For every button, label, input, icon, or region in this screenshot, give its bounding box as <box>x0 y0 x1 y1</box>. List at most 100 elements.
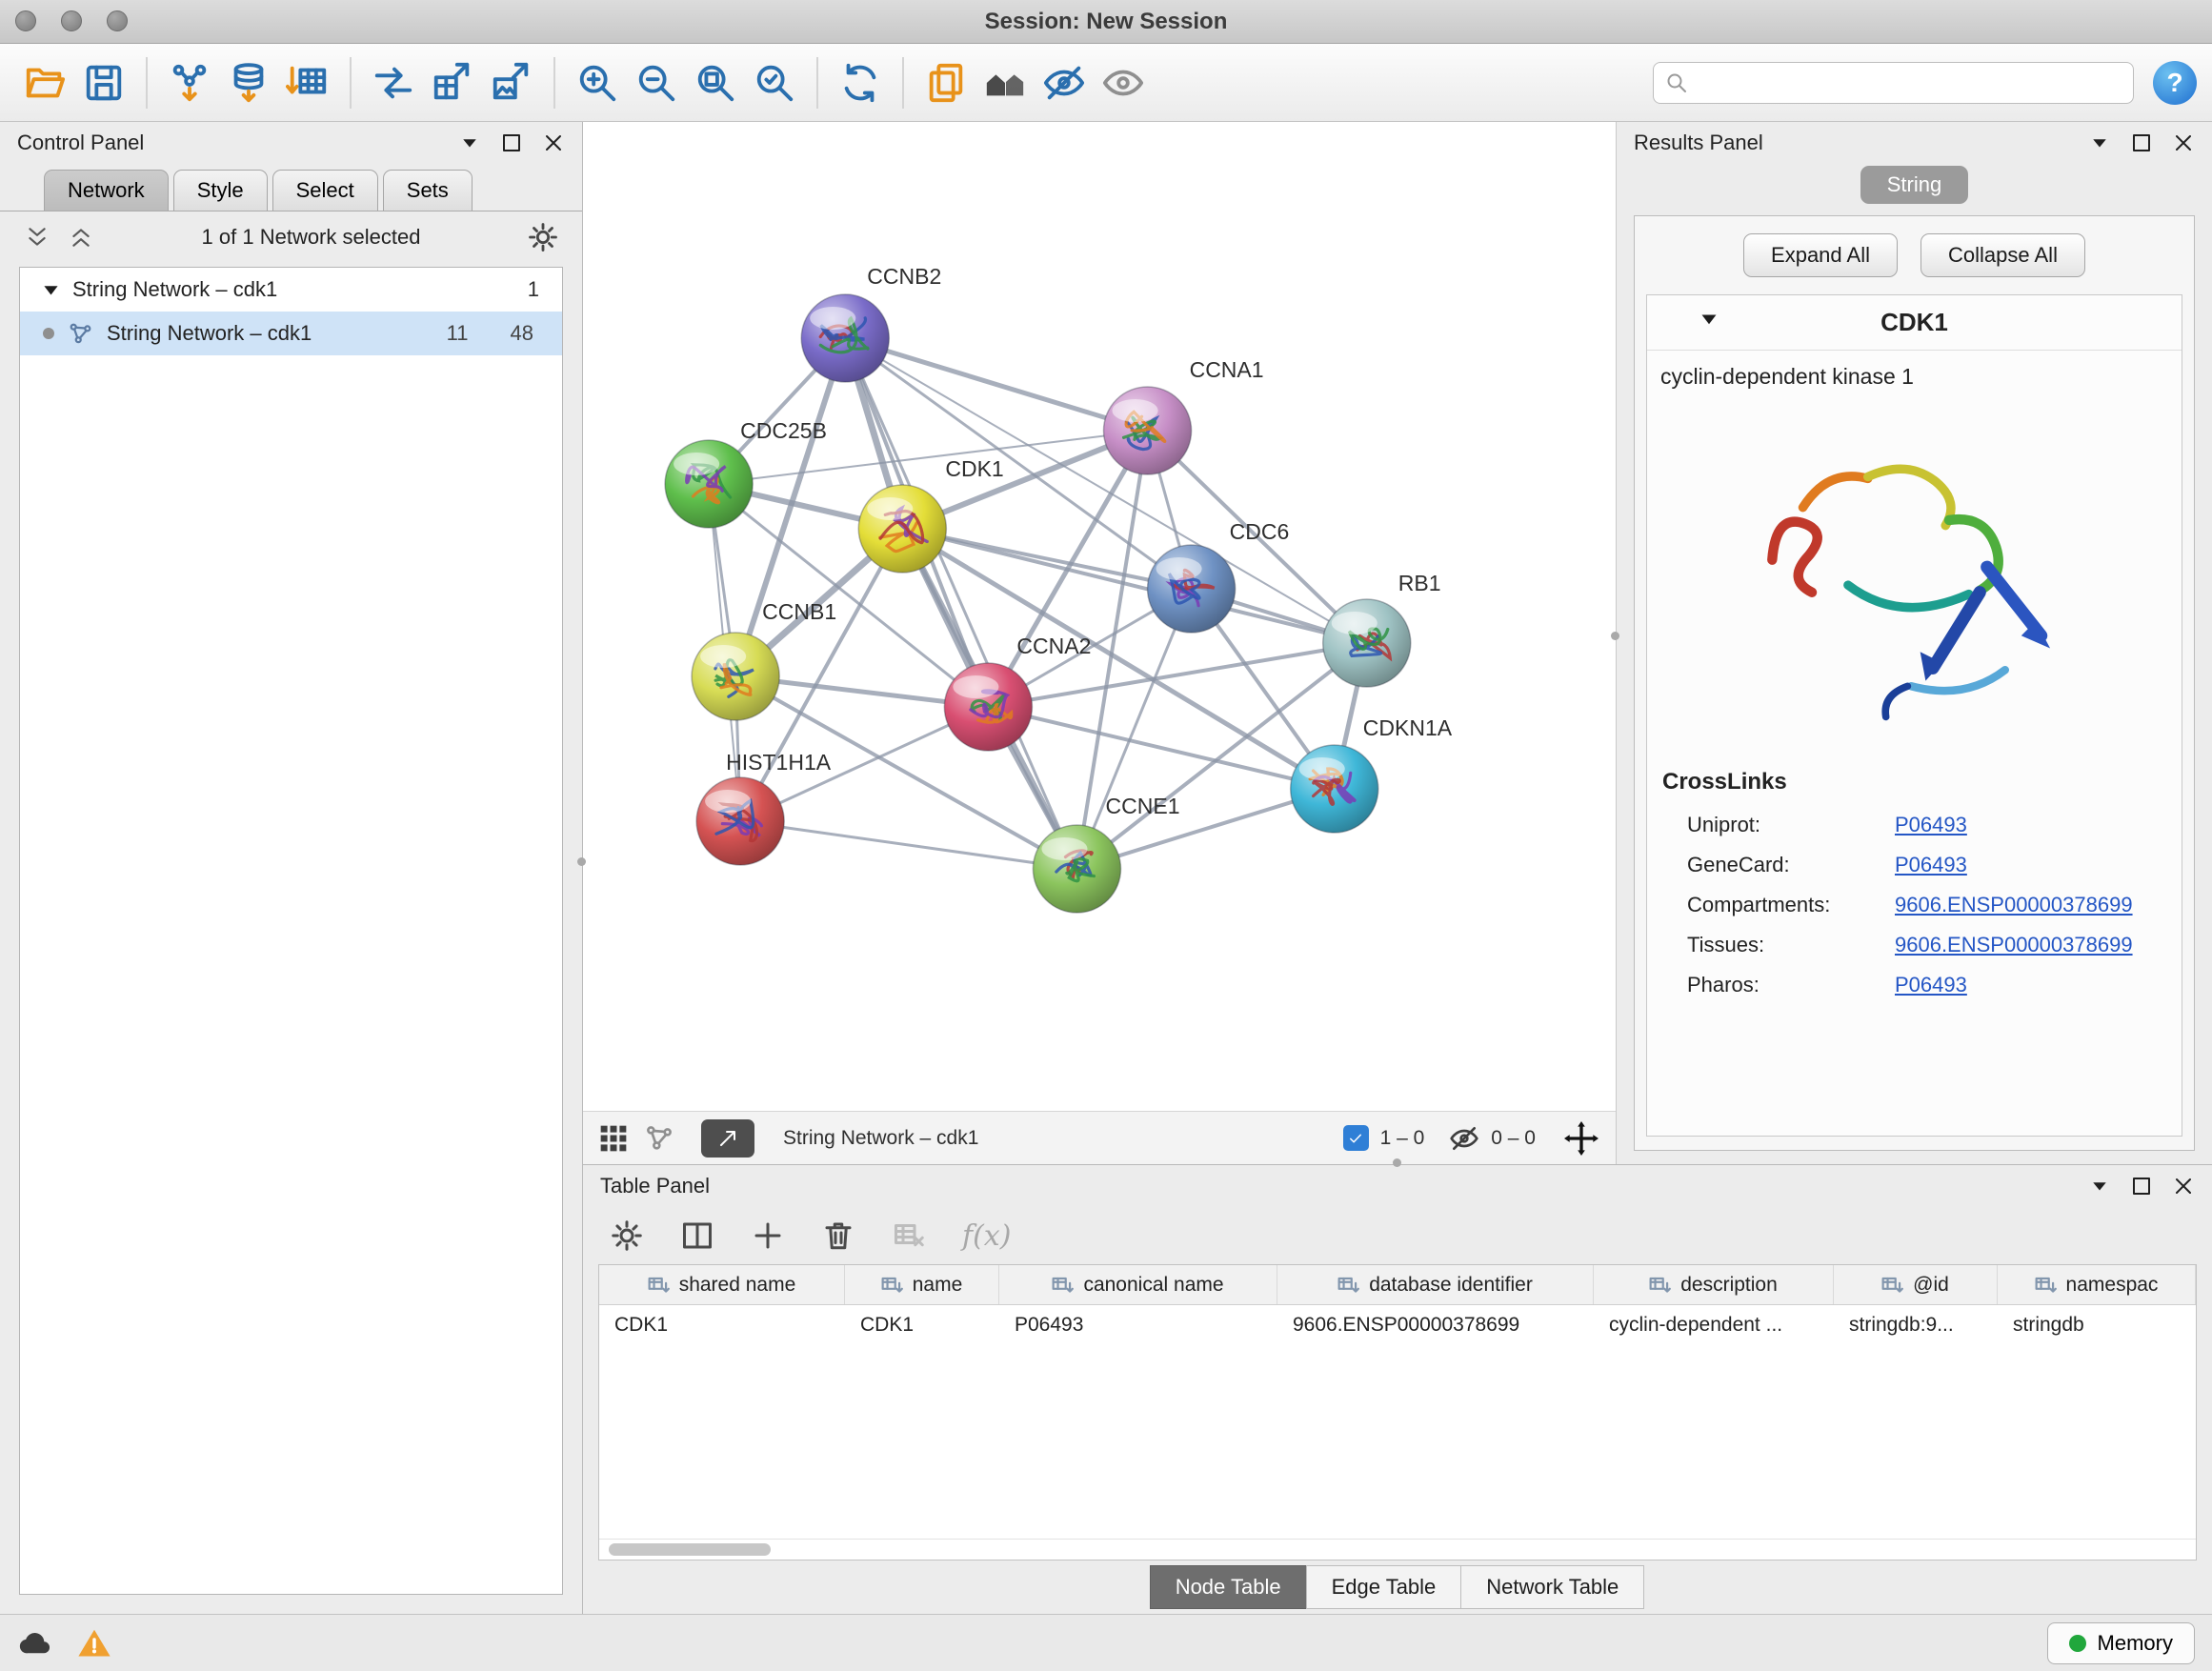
network-share-icon[interactable] <box>644 1123 674 1154</box>
selected-nodes-checkbox[interactable] <box>1343 1125 1369 1151</box>
main-content: Control Panel Network Style Select Sets … <box>0 122 2212 1614</box>
collapse-arrow-icon[interactable] <box>1700 312 1718 326</box>
svg-text:CCNA1: CCNA1 <box>1190 357 1264 382</box>
open-session-button[interactable] <box>15 53 74 112</box>
column-header-id[interactable]: @id <box>1834 1265 1998 1304</box>
zoom-in-icon <box>575 61 619 105</box>
zoom-in-button[interactable] <box>568 53 627 112</box>
show-details-button[interactable] <box>1094 53 1153 112</box>
zoom-window-button[interactable] <box>107 10 128 31</box>
tab-node-table[interactable]: Node Table <box>1150 1565 1307 1609</box>
string-network-icon <box>68 321 93 347</box>
tissues-link[interactable]: 9606.ENSP00000378699 <box>1895 933 2133 957</box>
top-row: CCNB2CCNA1CDC25BCDK1CDC6RB1CCNB1CCNA2CDK… <box>583 122 2212 1164</box>
network-row[interactable]: String Network – cdk1 11 48 <box>20 312 562 355</box>
pharos-link[interactable]: P06493 <box>1895 973 1967 997</box>
panel-close-icon[interactable] <box>542 131 565 154</box>
hide-details-button[interactable] <box>1035 53 1094 112</box>
collapse-all-icon[interactable] <box>23 225 51 250</box>
tab-select[interactable]: Select <box>272 170 378 211</box>
panel-close-icon[interactable] <box>2172 1175 2195 1198</box>
splitter-handle[interactable] <box>1393 1158 1401 1167</box>
splitter-handle[interactable] <box>577 857 586 866</box>
panel-close-icon[interactable] <box>2172 131 2195 154</box>
export-table-button[interactable] <box>423 53 482 112</box>
expand-all-button[interactable]: Expand All <box>1743 233 1898 277</box>
trash-icon[interactable] <box>821 1218 855 1253</box>
column-header-description[interactable]: description <box>1594 1265 1834 1304</box>
panel-menu-icon[interactable] <box>2088 1175 2111 1198</box>
tab-string[interactable]: String <box>1860 166 1968 204</box>
open-in-window-button[interactable] <box>701 1119 754 1158</box>
save-session-button[interactable] <box>74 53 133 112</box>
window-controls <box>15 10 128 31</box>
network-collection-row[interactable]: String Network – cdk1 1 <box>20 268 562 312</box>
table-row[interactable]: CDK1 CDK1 P06493 9606.ENSP00000378699 cy… <box>599 1305 2196 1345</box>
tab-style[interactable]: Style <box>173 170 268 211</box>
grid-view-icon[interactable] <box>598 1123 629 1154</box>
column-type-icon <box>881 1276 904 1295</box>
network-view: CCNB2CCNA1CDC25BCDK1CDC6RB1CCNB1CCNA2CDK… <box>583 122 1617 1164</box>
network-graph[interactable]: CCNB2CCNA1CDC25BCDK1CDC6RB1CCNB1CCNA2CDK… <box>583 122 1616 1111</box>
string-results-box: Expand All Collapse All CDK1 cyclin-depe… <box>1634 215 2195 1151</box>
warning-icon[interactable] <box>76 1625 112 1661</box>
control-panel: Control Panel Network Style Select Sets … <box>0 122 583 1614</box>
crosslink-row: GeneCard: P06493 <box>1647 845 2182 885</box>
main-toolbar: ? <box>0 44 2212 122</box>
gear-icon[interactable] <box>610 1218 644 1253</box>
gear-icon[interactable] <box>527 221 559 253</box>
uniprot-link[interactable]: P06493 <box>1895 813 1967 837</box>
refresh-button[interactable] <box>831 53 890 112</box>
panel-menu-icon[interactable] <box>2088 131 2111 154</box>
close-window-button[interactable] <box>15 10 36 31</box>
zoom-fit-button[interactable] <box>686 53 745 112</box>
gene-description: cyclin-dependent kinase 1 <box>1647 351 2182 392</box>
tab-network-table[interactable]: Network Table <box>1460 1565 1644 1609</box>
memory-button[interactable]: Memory <box>2047 1622 2195 1664</box>
network-from-selection-button[interactable] <box>364 53 423 112</box>
column-type-icon <box>1337 1276 1360 1295</box>
expand-all-icon[interactable] <box>67 225 95 250</box>
copy-document-button[interactable] <box>916 53 975 112</box>
zoom-out-button[interactable] <box>627 53 686 112</box>
help-button[interactable]: ? <box>2153 61 2197 105</box>
panel-float-icon[interactable] <box>500 131 523 154</box>
import-table-button[interactable] <box>278 53 337 112</box>
scrollbar-thumb[interactable] <box>609 1543 771 1556</box>
gene-section-header[interactable]: CDK1 <box>1647 295 2182 351</box>
hidden-eye-slash-icon[interactable] <box>1449 1123 1479 1154</box>
import-network-file-button[interactable] <box>160 53 219 112</box>
horizontal-scrollbar[interactable] <box>599 1539 2196 1560</box>
network-canvas[interactable]: CCNB2CCNA1CDC25BCDK1CDC6RB1CCNB1CCNA2CDK… <box>583 122 1616 1111</box>
panel-float-icon[interactable] <box>2130 131 2153 154</box>
import-network-database-button[interactable] <box>219 53 278 112</box>
zoom-selected-button[interactable] <box>745 53 804 112</box>
search-input[interactable] <box>1696 71 2122 94</box>
crosslink-label: Tissues: <box>1687 933 1895 957</box>
delete-table-icon <box>892 1218 926 1253</box>
column-header-shared-name[interactable]: shared name <box>599 1265 845 1304</box>
svg-text:CDC25B: CDC25B <box>740 418 827 443</box>
tab-sets[interactable]: Sets <box>383 170 473 211</box>
export-image-button[interactable] <box>482 53 541 112</box>
collapse-arrow-icon[interactable] <box>43 284 59 296</box>
compartments-link[interactable]: 9606.ENSP00000378699 <box>1895 893 2133 917</box>
panel-float-icon[interactable] <box>2130 1175 2153 1198</box>
genecard-link[interactable]: P06493 <box>1895 853 1967 877</box>
collapse-all-button[interactable]: Collapse All <box>1920 233 2085 277</box>
cloud-icon[interactable] <box>17 1625 53 1661</box>
tab-network[interactable]: Network <box>44 170 169 211</box>
column-header-name[interactable]: name <box>845 1265 999 1304</box>
panel-menu-icon[interactable] <box>458 131 481 154</box>
column-header-database-identifier[interactable]: database identifier <box>1277 1265 1594 1304</box>
add-column-icon[interactable] <box>751 1218 785 1253</box>
split-column-icon[interactable] <box>680 1218 714 1253</box>
panel-title: Control Panel <box>17 131 144 155</box>
minimize-window-button[interactable] <box>61 10 82 31</box>
column-header-namespace[interactable]: namespac <box>1998 1265 2196 1304</box>
home-button[interactable] <box>975 53 1035 112</box>
splitter-handle[interactable] <box>1611 632 1619 640</box>
tab-edge-table[interactable]: Edge Table <box>1306 1565 1462 1609</box>
column-header-canonical-name[interactable]: canonical name <box>999 1265 1277 1304</box>
pan-move-icon[interactable] <box>1562 1119 1600 1158</box>
